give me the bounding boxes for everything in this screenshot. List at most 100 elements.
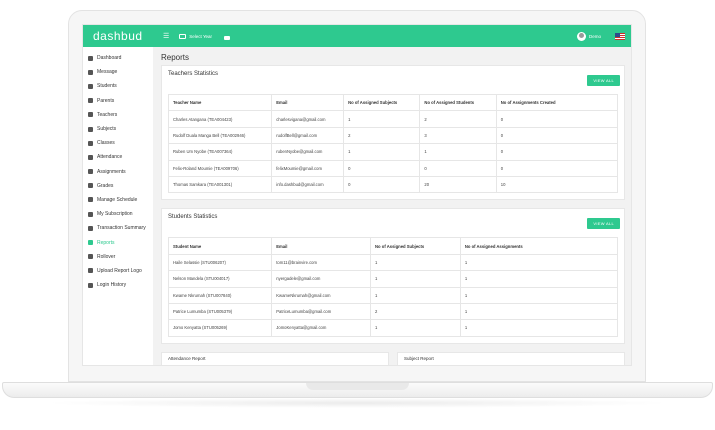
sidebar-item-parents[interactable]: Parents <box>83 94 153 108</box>
students-statistics-card: Students Statistics VIEW ALL Student Nam… <box>161 208 625 344</box>
table-cell: 1 <box>459 286 619 304</box>
table-row: Kwame Nkrumah (STU007840) KwameNkrumah@g… <box>167 286 619 304</box>
sidebar-item-label: Manage Schedule <box>97 196 138 203</box>
page-title: Reports <box>161 53 190 62</box>
table-cell: info.dashbud@gmail.com <box>271 175 345 194</box>
image-icon <box>88 268 93 274</box>
table-cell: 1 <box>370 286 461 304</box>
sidebar-item-transaction-summary[interactable]: Transaction Summary <box>83 221 153 235</box>
sidebar-item-my-subscription[interactable]: My Subscription <box>83 207 153 221</box>
sidebar-item-label: Subjects <box>97 126 117 133</box>
table-cell: Rudolf Duala Manga Bell (TEA002946) <box>167 126 273 145</box>
school-year-selector[interactable]: Select Year <box>179 33 213 39</box>
table-row: Ruben Um Nyobe (TEA007364) rubenNyobe@gm… <box>167 143 619 161</box>
laptop-shadow <box>40 398 675 408</box>
menu-toggle-icon[interactable]: ☰ <box>163 32 169 40</box>
sidebar-item-label: Transaction Summary <box>97 225 146 232</box>
sidebar-item-label: My Subscription <box>97 211 133 218</box>
avatar[interactable] <box>576 31 586 41</box>
column-header: No of Assigned Assignments <box>459 237 619 255</box>
table-cell: 1 <box>370 270 461 288</box>
table-cell: 0 <box>495 110 619 128</box>
sidebar-item-students[interactable]: Students <box>83 79 153 93</box>
report-cards-row: Attendance Report Subject Report <box>161 351 625 365</box>
sidebar-item-message[interactable]: Message <box>83 65 153 79</box>
column-header: No of Assignments Created <box>495 93 619 112</box>
sidebar-item-label: Assignments <box>97 168 126 175</box>
table-cell: tom11@brainvire.com <box>271 253 372 272</box>
table-cell: JomoKenyatta@gmail.com <box>271 319 372 337</box>
sidebar-item-assignments[interactable]: Assignments <box>83 165 153 179</box>
table-cell: rudolfBell@gmail.com <box>271 126 345 145</box>
sidebar-item-classes[interactable]: Classes <box>83 136 153 150</box>
sidebar-item-dashboard[interactable]: Dashboard <box>83 51 153 65</box>
table-cell: 0 <box>495 126 619 145</box>
table-row: Thomas Samkara (TEA001301) info.dashbud@… <box>167 175 619 194</box>
class-icon <box>88 140 93 146</box>
sidebar-item-rollover[interactable]: Rollover <box>83 250 153 264</box>
table-cell: KwameNkrumah@gmail.com <box>271 286 372 304</box>
table-cell: felixMoumie@gmail.com <box>271 159 345 177</box>
table-cell: Felix-Roland Moumie (TEA009706) <box>167 159 273 177</box>
table-cell: 0 <box>343 175 421 194</box>
column-header: Email <box>271 93 345 112</box>
sidebar-item-grades[interactable]: Grades <box>83 179 153 193</box>
main-content: Reports Teachers Statistics VIEW ALL Tea… <box>153 47 631 365</box>
sidebar-item-label: Rollover <box>97 253 116 260</box>
sidebar-item-manage-schedule[interactable]: Manage Schedule <box>83 193 153 207</box>
table-cell: 1 <box>343 143 421 161</box>
table-cell: Patrice Lumumba (STU005379) <box>167 302 273 321</box>
table-row: Jomo Kenyatta (STU005269) JomoKenyatta@g… <box>167 319 619 337</box>
sidebar-item-label: Dashboard <box>97 55 122 62</box>
card-header: Teachers Statistics VIEW ALL <box>162 66 624 94</box>
sidebar-item-label: Message <box>97 69 118 76</box>
table-cell: 1 <box>370 319 461 337</box>
sidebar-item-upload-report-logo[interactable]: Upload Report Logo <box>83 264 153 278</box>
language-flag-icon[interactable] <box>615 32 625 40</box>
sidebar-item-attendance[interactable]: Attendance <box>83 150 153 164</box>
table-cell: nyergadele@gmail.com <box>271 270 372 288</box>
table-cell: 2 <box>419 110 497 128</box>
table-cell: 1 <box>459 302 619 321</box>
table-cell: Thomas Samkara (TEA001301) <box>167 175 273 194</box>
table-row: Charles Atangana (TEA004423) charlesviga… <box>167 110 619 128</box>
table-cell: 3 <box>419 126 497 145</box>
sidebar-item-label: Classes <box>97 140 115 147</box>
sidebar-item-reports[interactable]: Reports <box>83 235 153 249</box>
column-header: Teacher Name <box>167 93 273 112</box>
user-area: Demo <box>576 31 625 41</box>
sidebar-item-label: Students <box>97 83 117 90</box>
top-bar: dashbud ☰ Select Year Demo <box>83 25 631 47</box>
video-button[interactable] <box>212 27 231 45</box>
students-view-all-button[interactable]: VIEW ALL <box>587 218 620 230</box>
sidebar: Dashboard Message Students Parents Teach… <box>83 47 153 365</box>
teachers-view-all-button[interactable]: VIEW ALL <box>587 75 620 86</box>
history-icon <box>88 282 93 288</box>
calendar-icon <box>88 154 93 160</box>
sidebar-item-login-history[interactable]: Login History <box>83 278 153 292</box>
column-header: No of Assigned Students <box>419 93 497 112</box>
sidebar-item-subjects[interactable]: Subjects <box>83 122 153 136</box>
sidebar-item-teachers[interactable]: Teachers <box>83 108 153 122</box>
user-name[interactable]: Demo <box>589 34 601 39</box>
teachers-table: Teacher Name Email No of Assigned Subjec… <box>167 93 619 194</box>
teacher-icon <box>88 112 93 118</box>
table-cell: 0 <box>343 159 421 177</box>
book-icon <box>88 126 93 132</box>
table-cell: 0 <box>495 159 619 177</box>
sidebar-item-label: Login History <box>97 282 127 289</box>
card-header: Students Statistics VIEW ALL <box>162 209 624 237</box>
table-cell: rubenNyobe@gmail.com <box>271 143 345 161</box>
schedule-icon <box>88 197 93 203</box>
students-table: Student Name Email No of Assigned Subjec… <box>167 237 619 337</box>
table-cell: 10 <box>495 175 619 194</box>
school-year-label: Select Year <box>189 33 213 39</box>
sidebar-item-label: Teachers <box>97 111 118 118</box>
card-title: Students Statistics <box>168 214 218 221</box>
table-cell: 2 <box>343 126 421 145</box>
table-header-row: Teacher Name Email No of Assigned Subjec… <box>167 93 619 112</box>
app-logo[interactable]: dashbud <box>93 29 157 43</box>
sidebar-item-label: Attendance <box>97 154 123 161</box>
sidebar-item-label: Upload Report Logo <box>97 267 142 274</box>
grade-icon <box>88 183 93 189</box>
